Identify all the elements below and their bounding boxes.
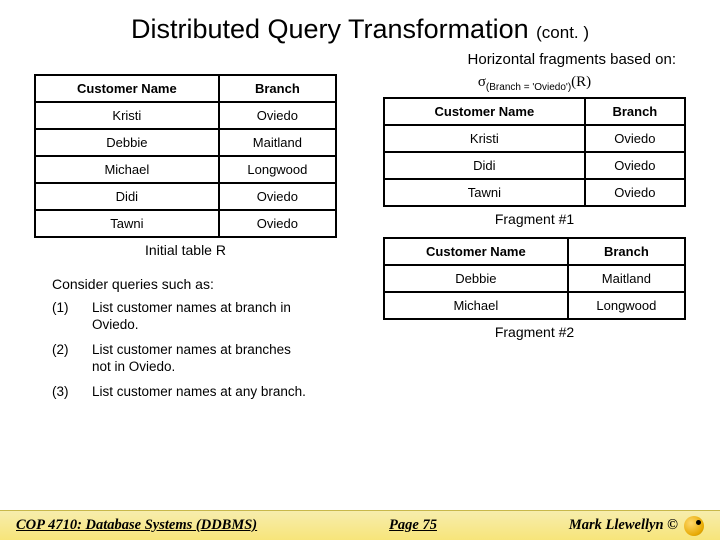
ucf-logo-icon <box>684 516 704 536</box>
subhead: Horizontal fragments based on: <box>34 51 676 68</box>
title-text: Distributed Query Transformation <box>131 14 529 44</box>
footer-right: Mark Llewellyn © <box>569 516 704 536</box>
table-row: MichaelLongwood <box>384 292 685 319</box>
sigma-symbol: σ <box>478 74 486 90</box>
col-header: Branch <box>585 98 685 125</box>
table-row: DebbieMaitland <box>35 129 336 156</box>
query-text: List customer names at branches not in O… <box>92 342 312 376</box>
fragment1-caption: Fragment #1 <box>383 211 686 227</box>
col-header: Branch <box>219 75 336 102</box>
table-row: TawniOviedo <box>384 179 685 206</box>
table-row: KristiOviedo <box>35 102 336 129</box>
fragment1-table: Customer Name Branch KristiOviedo DidiOv… <box>383 97 686 207</box>
cell: Longwood <box>568 292 685 319</box>
table-row: Customer Name Branch <box>384 98 685 125</box>
query-num: (3) <box>52 384 78 401</box>
title-cont: (cont. ) <box>536 23 589 42</box>
right-column: σ(Branch = 'Oviedo')(R) Customer Name Br… <box>383 74 686 350</box>
cell: Oviedo <box>219 183 336 210</box>
cell: Kristi <box>35 102 219 129</box>
cell: Kristi <box>384 125 585 152</box>
footer-center: Page 75 <box>257 517 569 534</box>
table-row: Customer Name Branch <box>384 238 685 265</box>
table-row: KristiOviedo <box>384 125 685 152</box>
cell: Maitland <box>219 129 336 156</box>
content-columns: Customer Name Branch KristiOviedo Debbie… <box>34 74 686 408</box>
footer-author: Mark Llewellyn © <box>569 517 678 534</box>
selection-formula: σ(Branch = 'Oviedo')(R) <box>383 74 686 93</box>
cell: Debbie <box>35 129 219 156</box>
col-header: Branch <box>568 238 685 265</box>
col-header: Customer Name <box>35 75 219 102</box>
list-item: (3) List customer names at any branch. <box>52 384 337 401</box>
cell: Oviedo <box>585 125 685 152</box>
table-row: DebbieMaitland <box>384 265 685 292</box>
initial-table-caption: Initial table R <box>34 242 337 258</box>
table-row: TawniOviedo <box>35 210 336 237</box>
fragment2-caption: Fragment #2 <box>383 324 686 340</box>
cell: Didi <box>384 152 585 179</box>
cell: Tawni <box>35 210 219 237</box>
cell: Oviedo <box>219 210 336 237</box>
cell: Longwood <box>219 156 336 183</box>
query-list: (1) List customer names at branch in Ovie… <box>52 300 337 400</box>
cell: Oviedo <box>585 179 685 206</box>
consider-label: Consider queries such as: <box>52 276 337 292</box>
cell: Michael <box>35 156 219 183</box>
query-num: (1) <box>52 300 78 334</box>
cell: Maitland <box>568 265 685 292</box>
list-item: (1) List customer names at branch in Ovie… <box>52 300 337 334</box>
footer-left: COP 4710: Database Systems (DDBMS) <box>16 517 257 534</box>
cell: Oviedo <box>219 102 336 129</box>
query-text: List customer names at branch in Oviedo. <box>92 300 312 334</box>
slide-footer: COP 4710: Database Systems (DDBMS) Page … <box>0 510 720 540</box>
initial-table: Customer Name Branch KristiOviedo Debbie… <box>34 74 337 238</box>
table-row: DidiOviedo <box>35 183 336 210</box>
cell: Oviedo <box>585 152 685 179</box>
table-row: Customer Name Branch <box>35 75 336 102</box>
table-row: DidiOviedo <box>384 152 685 179</box>
cell: Tawni <box>384 179 585 206</box>
query-num: (2) <box>52 342 78 376</box>
fragment2-table: Customer Name Branch DebbieMaitland Mich… <box>383 237 686 320</box>
left-column: Customer Name Branch KristiOviedo Debbie… <box>34 74 337 408</box>
sigma-rel: (R) <box>571 74 591 90</box>
cell: Debbie <box>384 265 568 292</box>
col-header: Customer Name <box>384 238 568 265</box>
sigma-sub: (Branch = 'Oviedo') <box>486 82 571 93</box>
list-item: (2) List customer names at branches not i… <box>52 342 337 376</box>
table-row: MichaelLongwood <box>35 156 336 183</box>
query-text: List customer names at any branch. <box>92 384 306 401</box>
cell: Michael <box>384 292 568 319</box>
cell: Didi <box>35 183 219 210</box>
slide: Distributed Query Transformation (cont. … <box>0 0 720 540</box>
col-header: Customer Name <box>384 98 585 125</box>
slide-title: Distributed Query Transformation (cont. … <box>34 14 686 45</box>
